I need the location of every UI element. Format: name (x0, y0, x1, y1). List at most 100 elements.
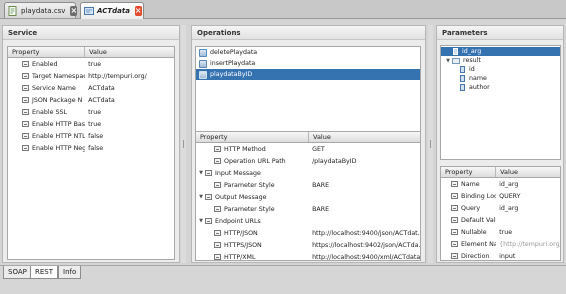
left-splitter[interactable] (181, 25, 186, 263)
column-header-value[interactable]: Value (309, 132, 420, 142)
property-row[interactable]: Name id_arg (441, 178, 560, 190)
tree-item-id_arg[interactable]: id_arg (441, 47, 560, 56)
property-icon (451, 253, 458, 259)
property-row[interactable]: Element Na {http://tempuri.org/ (441, 238, 560, 250)
property-value[interactable]: http://localhost:9400/json/ACTdat... (309, 230, 420, 237)
property-row[interactable]: Enable HTTP NTL false (8, 130, 174, 142)
expand-caret-icon[interactable]: ▼ (197, 218, 205, 224)
property-value[interactable]: QUERY (496, 193, 560, 200)
property-value[interactable]: input (496, 253, 560, 260)
property-row[interactable]: Enable SSL true (8, 106, 174, 118)
property-row[interactable]: Binding Loc QUERY (441, 190, 560, 202)
property-row[interactable]: Service Name ACTdata (8, 82, 174, 94)
property-row[interactable]: HTTP/XML http://localhost:9400/xml/ACTdat… (196, 251, 420, 261)
property-value[interactable]: BARE (309, 182, 420, 189)
property-value[interactable]: ACTdata (85, 85, 174, 92)
column-header-value[interactable]: Value (85, 47, 174, 57)
property-name: Enable HTTP Neg (8, 145, 85, 152)
property-name-text: Operation URL Path (224, 157, 286, 165)
property-icon (22, 73, 29, 79)
property-name: ▼ Input Message (196, 170, 309, 177)
tab-soap[interactable]: SOAP (3, 266, 32, 279)
close-icon[interactable]: × (134, 6, 142, 16)
property-value[interactable]: /playdataByID (309, 158, 420, 165)
property-row[interactable]: HTTP/JSON http://localhost:9400/json/ACTd… (196, 227, 420, 239)
expand-caret-icon[interactable]: ▼ (197, 194, 205, 200)
column-header-property[interactable]: Property (196, 132, 309, 142)
property-row[interactable]: Enable HTTP Bas true (8, 118, 174, 130)
property-name-text: JSON Package N (32, 96, 83, 104)
parameters-panel-title: Parameters (437, 26, 563, 40)
property-value[interactable]: https://localhost:9402/json/ACTda... (309, 242, 420, 249)
tree-item-result[interactable]: ▼ result (441, 56, 560, 65)
property-name: Enable HTTP Bas (8, 121, 85, 128)
property-name-text: Output Message (215, 193, 267, 201)
tab-playdata-csv[interactable]: playdata.csv × (4, 2, 78, 18)
tree-item-author[interactable]: author (441, 83, 560, 92)
property-row[interactable]: Direction input (441, 250, 560, 260)
property-row[interactable]: Query id_arg (441, 202, 560, 214)
operation-icon (199, 59, 207, 68)
property-row[interactable]: HTTPS/JSON https://localhost:9402/json/AC… (196, 239, 420, 251)
property-value[interactable]: id_arg (496, 181, 560, 188)
property-name-text: HTTP/XML (224, 253, 256, 261)
property-name-text: Endpoint URLs (215, 217, 261, 225)
right-splitter[interactable] (428, 25, 433, 263)
tree-item-name[interactable]: name (441, 74, 560, 83)
property-row[interactable]: Operation URL Path/playdataByID (196, 155, 420, 167)
property-value[interactable]: http://tempuri.org/ (85, 73, 174, 80)
property-value[interactable]: id_arg (496, 205, 560, 212)
property-icon (451, 217, 458, 223)
field-icon (460, 66, 465, 73)
property-icon (22, 109, 29, 115)
expand-caret-icon[interactable]: ▼ (197, 170, 205, 176)
operation-item[interactable]: insertPlaydata (196, 58, 420, 69)
column-header-property[interactable]: Property (441, 167, 497, 177)
property-value[interactable]: true (496, 229, 560, 236)
property-group-row[interactable]: ▼ Input Message (196, 167, 420, 179)
property-value[interactable]: {http://tempuri.org/ (496, 241, 560, 248)
property-value[interactable]: http://localhost:9400/xml/ACTdata... (309, 254, 420, 261)
property-row[interactable]: Default Valu (441, 214, 560, 226)
operation-item[interactable]: deletePlaydata (196, 47, 420, 58)
property-value[interactable]: false (85, 145, 174, 152)
property-row[interactable]: Enabled true (8, 58, 174, 70)
property-row[interactable]: Parameter Style BARE (196, 203, 420, 215)
property-name: JSON Package N (8, 97, 85, 104)
expand-caret-icon[interactable]: ▼ (444, 58, 452, 64)
property-icon (214, 182, 221, 188)
property-row[interactable]: Nullable true (441, 226, 560, 238)
property-row[interactable]: HTTP Method GET (196, 143, 420, 155)
property-group-row[interactable]: ▼ Endpoint URLs (196, 215, 420, 227)
property-icon (451, 241, 458, 247)
property-row[interactable]: Enable HTTP Neg false (8, 142, 174, 154)
operation-item[interactable]: playdataByID (196, 69, 420, 80)
tab-actdata[interactable]: ACTdata × (80, 2, 144, 19)
property-name: Query (441, 205, 496, 212)
property-value[interactable]: BARE (309, 206, 420, 213)
parameters-tree: id_arg ▼ result id name author (440, 45, 561, 160)
property-row[interactable]: JSON Package N ACTdata (8, 94, 174, 106)
property-name-text: Default Valu (461, 216, 497, 224)
property-value[interactable]: ACTdata (85, 97, 174, 104)
property-name-text: Parameter Style (224, 181, 275, 189)
property-value[interactable]: true (85, 61, 174, 68)
tab-rest[interactable]: REST (30, 266, 59, 279)
operation-icon (199, 48, 207, 57)
property-value[interactable]: GET (309, 146, 420, 153)
property-icon (214, 158, 221, 164)
tab-info[interactable]: Info (58, 266, 82, 279)
column-header-property[interactable]: Property (8, 47, 86, 57)
property-icon (451, 181, 458, 187)
tree-item-id[interactable]: id (441, 65, 560, 74)
property-name: ▼ Output Message (196, 194, 309, 201)
property-icon (214, 206, 221, 212)
property-value[interactable]: true (85, 121, 174, 128)
property-value[interactable]: true (85, 109, 174, 116)
property-row[interactable]: Target Namespac http://tempuri.org/ (8, 70, 174, 82)
property-value[interactable]: false (85, 133, 174, 140)
column-header-value[interactable]: Value (496, 167, 560, 177)
property-row[interactable]: Parameter Style BARE (196, 179, 420, 191)
close-icon[interactable]: × (70, 5, 78, 16)
property-group-row[interactable]: ▼ Output Message (196, 191, 420, 203)
